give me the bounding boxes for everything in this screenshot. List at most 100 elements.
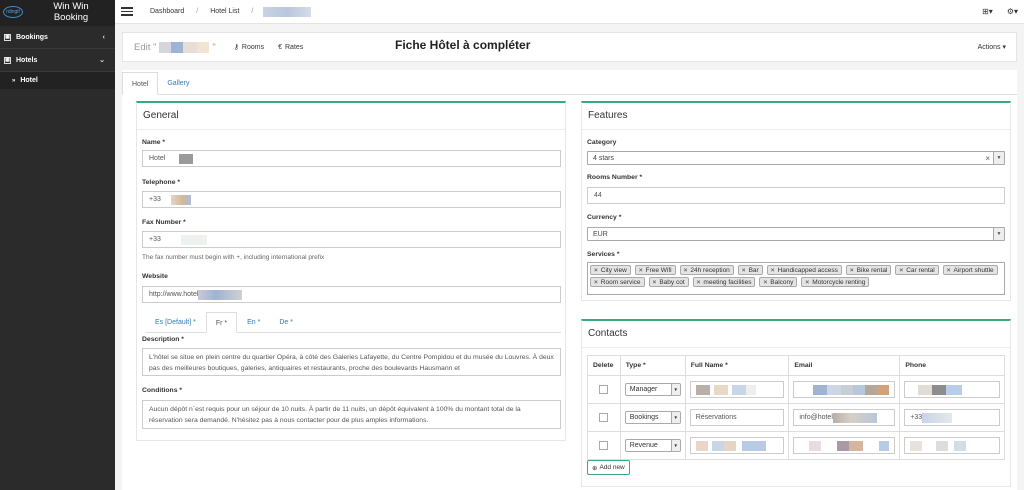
clear-icon[interactable]: × [985, 154, 990, 163]
rooms-number-label: Rooms Number * [587, 174, 643, 181]
sidebar-item-bookings[interactable]: ▦ Bookings ‹ [0, 26, 115, 49]
table-row: Manager ▼ [587, 375, 1005, 404]
remove-tag-icon[interactable]: × [639, 267, 643, 274]
chevron-left-icon: ‹ [102, 33, 105, 41]
tab-gallery[interactable]: Gallery [158, 72, 198, 95]
email-input[interactable] [793, 381, 896, 398]
services-multiselect[interactable]: × City view × Free Wifi × 24h reception × Ba… [587, 262, 1005, 295]
full-name-input[interactable] [689, 437, 785, 454]
remove-tag-icon[interactable]: × [684, 267, 688, 274]
remove-tag-icon[interactable]: × [763, 279, 767, 286]
breadcrumb-hotel-list[interactable]: Hotel List [210, 8, 239, 15]
features-title: Features [582, 103, 1010, 130]
fax-value: +33 [149, 236, 161, 243]
service-tag[interactable]: × Car rental [895, 265, 939, 275]
brand[interactable]: rdingif Win Win Booking [0, 0, 115, 26]
service-tag[interactable]: × City view [590, 265, 631, 275]
remove-tag-icon[interactable]: × [771, 267, 775, 274]
phone-input[interactable] [904, 437, 1000, 454]
rooms-number-input[interactable]: 44 [587, 187, 1005, 204]
service-tag[interactable]: × Bar [737, 265, 763, 275]
email-input[interactable]: info@hotel [793, 409, 896, 426]
remove-tag-icon[interactable]: × [697, 279, 701, 286]
service-tag-label: Bar [748, 266, 759, 274]
table-row: Revenue ▼ [587, 431, 1005, 460]
sidebar-subitem-hotel[interactable]: » Hotel [0, 72, 115, 89]
actions-dropdown[interactable]: Actions ▾ [978, 43, 1006, 51]
service-tag[interactable]: × 24h reception [679, 265, 734, 275]
phone-input[interactable]: +33 [904, 409, 1000, 426]
service-tag[interactable]: × Room service [590, 277, 645, 287]
double-chevron-right-icon: » [12, 77, 16, 84]
service-tag[interactable]: × Airport shuttle [942, 265, 998, 275]
add-new-contact-button[interactable]: ⊕ Add new [587, 460, 630, 475]
remove-tag-icon[interactable]: × [594, 279, 598, 286]
add-menu-icon[interactable]: ⊞▾ [982, 7, 993, 16]
telephone-value: +33 [149, 196, 161, 203]
contact-type-value: Bookings [629, 414, 659, 421]
service-tag[interactable]: × Motorcycle renting [801, 277, 870, 287]
remove-tag-icon[interactable]: × [653, 279, 657, 286]
remove-tag-icon[interactable]: × [805, 279, 809, 286]
service-tag[interactable]: × Bike rental [845, 265, 892, 275]
remove-tag-icon[interactable]: × [594, 267, 598, 274]
grid-icon: ▦ [4, 56, 11, 64]
description-textarea[interactable]: L'hôtel se situe en plein centre du quar… [142, 348, 561, 376]
service-tag-label: 24h reception [690, 266, 730, 274]
breadcrumb-dashboard[interactable]: Dashboard [150, 8, 184, 15]
contact-type-value: Revenue [629, 442, 658, 449]
service-tag[interactable]: × Free Wifi [634, 265, 676, 275]
breadcrumb-separator: / [251, 8, 254, 15]
redacted-text [180, 234, 207, 245]
remove-tag-icon[interactable]: × [947, 267, 951, 274]
hotel-name-redacted [159, 41, 210, 53]
rooms-number-value: 44 [594, 192, 602, 199]
email-input[interactable] [793, 437, 896, 454]
page-title: Edit " " [134, 41, 216, 53]
contacts-table: Delete Type * Full Name * Email Phone Ma… [587, 355, 1005, 460]
column-header-type: Type * [619, 355, 686, 376]
hamburger-menu-icon[interactable] [121, 7, 133, 16]
grid-icon: ▦ [4, 33, 11, 41]
contact-type-select[interactable]: Manager ▼ [624, 383, 681, 396]
service-tag[interactable]: × Handicapped access [766, 265, 842, 275]
remove-tag-icon[interactable]: × [899, 267, 903, 274]
conditions-textarea[interactable]: Aucun dépôt n´est requis pour un séjour … [142, 400, 561, 429]
telephone-input[interactable]: +33 [142, 191, 561, 208]
contact-type-select[interactable]: Bookings ▼ [624, 411, 681, 424]
delete-checkbox[interactable] [599, 385, 609, 394]
service-tag[interactable]: × Balcony [759, 277, 798, 287]
service-tag[interactable]: × Baby cot [648, 277, 689, 287]
service-tag[interactable]: × meeting facilities [692, 277, 756, 287]
rooms-link[interactable]: ⚷ Rooms [234, 43, 264, 51]
currency-select[interactable]: EUR ▼ [587, 227, 1005, 241]
fax-input[interactable]: +33 [142, 231, 561, 248]
tab-lang-es[interactable]: Es [Default] * [146, 312, 205, 333]
chevron-down-icon: ▼ [670, 440, 680, 451]
sidebar-item-hotels[interactable]: ▦ Hotels ⌄ [0, 49, 115, 72]
tab-hotel[interactable]: Hotel [122, 72, 159, 95]
full-name-input[interactable] [689, 381, 785, 398]
gear-icon[interactable]: ⚙▾ [1007, 7, 1018, 16]
rates-link[interactable]: € Rates [278, 44, 303, 51]
breadcrumb-current-hotel [263, 6, 312, 17]
delete-checkbox[interactable] [599, 441, 609, 450]
delete-checkbox[interactable] [599, 413, 609, 422]
full-name-input[interactable]: Réservations [689, 409, 785, 426]
phone-input[interactable] [904, 381, 1000, 398]
contact-type-select[interactable]: Revenue ▼ [624, 439, 681, 452]
name-input[interactable]: Hotel [142, 150, 561, 167]
column-header-phone: Phone [899, 355, 1005, 376]
tab-lang-en[interactable]: En * [238, 312, 269, 333]
plus-circle-icon: ⊕ [592, 464, 598, 472]
tab-lang-fr[interactable]: Fr * [205, 312, 238, 333]
sidebar: rdingif Win Win Booking ▦ Bookings ‹ ▦ H… [0, 0, 115, 490]
key-icon: ⚷ [233, 44, 239, 51]
remove-tag-icon[interactable]: × [742, 267, 746, 274]
name-label: Name * [142, 139, 166, 146]
website-input[interactable]: http://www.hotel [142, 286, 561, 303]
service-tag-label: City view [600, 266, 627, 274]
remove-tag-icon[interactable]: × [850, 267, 854, 274]
tab-lang-de[interactable]: De * [270, 312, 302, 333]
category-select[interactable]: 4 stars × ▼ [587, 151, 1005, 165]
